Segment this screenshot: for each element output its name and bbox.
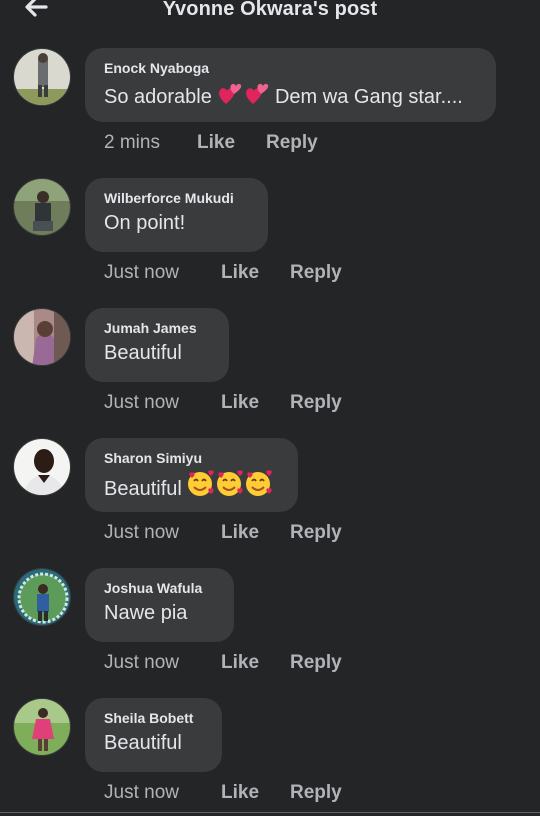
comment-item: Sharon Simiyu Beautiful Just now Like Re… (0, 438, 540, 568)
comment-bubble: Sheila Bobett Beautiful (85, 698, 222, 772)
reply-button[interactable]: Reply (290, 262, 342, 284)
comment-text: Beautiful (104, 342, 182, 364)
comment-text: Beautiful (104, 470, 278, 505)
avatar[interactable] (13, 698, 71, 756)
like-button[interactable]: Like (221, 652, 259, 674)
avatar[interactable] (13, 48, 71, 106)
like-button[interactable]: Like (221, 392, 259, 414)
avatar[interactable] (13, 178, 71, 236)
comment-bubble: Wilberforce Mukudi On point! (85, 178, 268, 252)
header: Yvonne Okwara's post (0, 0, 540, 26)
comment-timestamp: Just now (104, 392, 179, 413)
post-comments-screen: Yvonne Okwara's post Enock Nyaboga So ad… (0, 0, 540, 816)
comment-author[interactable]: Wilberforce Mukudi (104, 190, 248, 207)
comment-timestamp: Just now (104, 522, 179, 543)
like-button[interactable]: Like (221, 782, 259, 804)
comment-text-part: Dem wa Gang star.... (269, 86, 463, 108)
like-button[interactable]: Like (197, 132, 235, 154)
comment-author[interactable]: Jumah James (104, 320, 209, 337)
comment-text: Nawe pia (104, 602, 188, 624)
comment-author[interactable]: Joshua Wafula (104, 580, 214, 597)
avatar[interactable] (13, 308, 71, 366)
reply-button[interactable]: Reply (266, 132, 318, 154)
comment-bubble: Joshua Wafula Nawe pia (85, 568, 234, 642)
page-title: Yvonne Okwara's post (162, 0, 378, 20)
comment-author[interactable]: Sheila Bobett (104, 710, 202, 727)
comment-bubble: Enock Nyaboga So adorable Dem wa Gang st… (85, 48, 496, 122)
comment-timestamp: 2 mins (104, 132, 160, 153)
comment-text: On point! (104, 212, 186, 234)
avatar[interactable] (13, 568, 71, 626)
comment-author[interactable]: Enock Nyaboga (104, 60, 476, 77)
like-button[interactable]: Like (221, 522, 259, 544)
like-button[interactable]: Like (221, 262, 259, 284)
comment-timestamp: Just now (104, 782, 179, 803)
smiling-face-with-hearts-emoji-icon (187, 470, 273, 505)
comment-text: So adorable Dem wa Gang star.... (104, 80, 476, 113)
reply-button[interactable]: Reply (290, 782, 342, 804)
comment-timestamp: Just now (104, 262, 179, 283)
comment-item: Joshua Wafula Nawe pia Just now Like Rep… (0, 568, 540, 698)
comment-bubble: Sharon Simiyu Beautiful (85, 438, 298, 512)
reply-button[interactable]: Reply (290, 652, 342, 674)
comment-text-part: Beautiful (104, 478, 182, 500)
comment-bubble: Jumah James Beautiful (85, 308, 229, 382)
comment-item: Wilberforce Mukudi On point! Just now Li… (0, 178, 540, 308)
comment-text-part: So adorable (104, 86, 218, 108)
reply-button[interactable]: Reply (290, 392, 342, 414)
comment-author[interactable]: Sharon Simiyu (104, 450, 278, 467)
comment-item: Sheila Bobett Beautiful Just now Like Re… (0, 698, 540, 816)
avatar[interactable] (13, 438, 71, 496)
comment-item: Jumah James Beautiful Just now Like Repl… (0, 308, 540, 438)
hearts-emoji-icon (217, 80, 269, 113)
comment-text: Beautiful (104, 732, 182, 754)
comment-timestamp: Just now (104, 652, 179, 673)
reply-button[interactable]: Reply (290, 522, 342, 544)
comment-item: Enock Nyaboga So adorable Dem wa Gang st… (0, 48, 540, 178)
divider (0, 812, 540, 813)
